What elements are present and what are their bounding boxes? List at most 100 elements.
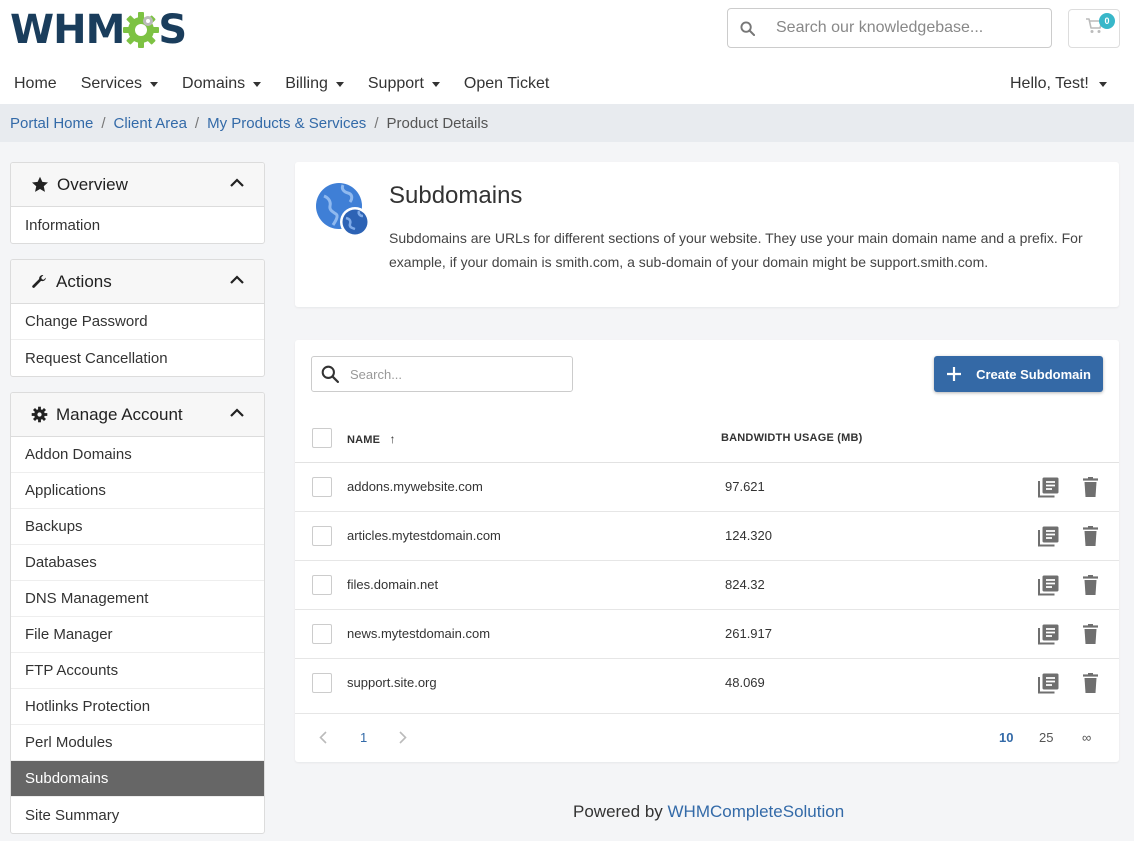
sidebar-item-addon-domains[interactable]: Addon Domains [11, 437, 264, 473]
page-size-all[interactable]: ∞ [1082, 730, 1091, 745]
cog-icon [31, 406, 48, 423]
knowledgebase-search[interactable] [727, 8, 1052, 48]
sidebar-item-perl-modules[interactable]: Perl Modules [11, 725, 264, 761]
breadcrumb-my-products[interactable]: My Products & Services [207, 115, 366, 132]
star-icon [32, 176, 48, 192]
bandwidth-usage: 824.32 [725, 577, 765, 592]
table-search-input[interactable] [350, 366, 550, 382]
page-size-10[interactable]: 10 [999, 730, 1013, 745]
sidebar-item-information[interactable]: Information [11, 207, 264, 243]
manage-subdomain-icon[interactable] [1038, 526, 1059, 547]
wrench-icon [32, 275, 46, 288]
user-greeting: Hello, Test! [1010, 75, 1089, 92]
sidebar-item-applications[interactable]: Applications [11, 473, 264, 509]
delete-trash-icon[interactable] [1083, 624, 1098, 644]
sidebar-item-backups[interactable]: Backups [11, 509, 264, 545]
chevron-right-icon[interactable] [399, 731, 407, 744]
subdomain-name: support.site.org [347, 675, 437, 690]
panel-title-overview: Overview [57, 174, 128, 194]
top-header: WHM S Search our knowledgebase... 0 Home… [0, 0, 1134, 104]
breadcrumb-separator: / [374, 114, 379, 132]
breadcrumb-separator: / [194, 114, 200, 132]
column-header-name[interactable]: NAME ↑ [347, 432, 396, 446]
nav-domains-label: Domains [182, 75, 246, 92]
manage-subdomain-icon[interactable] [1038, 575, 1059, 596]
breadcrumb: Portal Home / Client Area / My Products … [0, 104, 1134, 142]
manage-subdomain-icon[interactable] [1038, 624, 1059, 645]
chevron-up-icon[interactable] [230, 275, 244, 284]
sidebar-item-site-summary[interactable]: Site Summary [11, 797, 264, 833]
page-size-25[interactable]: 25 [1039, 730, 1053, 745]
sidebar-item-file-manager[interactable]: File Manager [11, 617, 264, 653]
row-checkbox[interactable] [312, 624, 332, 644]
panel-header-manage-account[interactable]: Manage Account [11, 393, 264, 437]
plus-icon [947, 367, 962, 381]
chevron-up-icon[interactable] [230, 408, 244, 417]
logo-text-left: WHM [10, 7, 125, 53]
nav-support[interactable]: Support [368, 75, 440, 93]
page-title: Subdomains [389, 182, 523, 209]
nav-support-label: Support [367, 75, 424, 92]
page-description: Subdomains are URLs for different sectio… [389, 230, 1083, 270]
nav-home-label: Home [14, 75, 57, 92]
breadcrumb-portal-home[interactable]: Portal Home [10, 115, 93, 132]
nav-services-label: Services [80, 75, 143, 92]
row-checkbox[interactable] [312, 673, 332, 693]
delete-trash-icon[interactable] [1083, 673, 1098, 693]
nav-open-ticket[interactable]: Open Ticket [464, 75, 549, 93]
cart-button[interactable]: 0 [1068, 9, 1120, 48]
select-all-checkbox[interactable] [312, 428, 332, 448]
row-checkbox[interactable] [312, 526, 332, 546]
manage-subdomain-icon[interactable] [1038, 673, 1059, 694]
caret-down-icon [150, 81, 159, 87]
create-subdomain-button[interactable]: Create Subdomain [934, 356, 1103, 392]
page-number[interactable]: 1 [360, 730, 367, 745]
manage-subdomain-icon[interactable] [1038, 477, 1059, 498]
caret-down-icon [253, 81, 262, 87]
panel-header-overview[interactable]: Overview [11, 163, 264, 207]
footer: Powered by WHMCompleteSolution [573, 802, 844, 822]
caret-down-icon [335, 81, 344, 87]
column-header-bandwidth[interactable]: BANDWIDTH USAGE (MB) [721, 432, 862, 444]
sidebar-panel-actions: Actions Change Password Request Cancella… [10, 259, 265, 377]
panel-header-actions[interactable]: Actions [11, 260, 264, 304]
sidebar-item-change-password[interactable]: Change Password [11, 304, 264, 340]
nav-services[interactable]: Services [80, 75, 159, 93]
row-checkbox[interactable] [312, 477, 332, 497]
user-menu[interactable]: Hello, Test! [1010, 70, 1107, 98]
breadcrumb-separator: / [101, 114, 106, 132]
sidebar-item-hotlinks-protection[interactable]: Hotlinks Protection [11, 689, 264, 725]
logo-text-right: S [158, 7, 187, 53]
caret-down-icon [1098, 81, 1107, 87]
nav-home[interactable]: Home [14, 75, 57, 93]
nav-domains[interactable]: Domains [182, 75, 262, 93]
search-icon [728, 20, 766, 36]
column-name-label: NAME [347, 434, 381, 446]
footer-link[interactable]: WHMCompleteSolution [668, 802, 845, 821]
bandwidth-usage: 48.069 [725, 675, 765, 690]
delete-trash-icon[interactable] [1083, 575, 1098, 595]
chevron-left-icon[interactable] [319, 731, 327, 744]
panel-title-actions: Actions [56, 271, 112, 291]
sidebar-item-databases[interactable]: Databases [11, 545, 264, 581]
nav-billing[interactable]: Billing [285, 75, 344, 93]
row-checkbox[interactable] [312, 575, 332, 595]
sidebar-item-dns-management[interactable]: DNS Management [11, 581, 264, 617]
whmcs-logo[interactable]: WHM S [10, 7, 187, 53]
knowledgebase-search-input[interactable] [776, 19, 1036, 37]
sidebar-item-ftp-accounts[interactable]: FTP Accounts [11, 653, 264, 689]
sidebar-item-request-cancellation[interactable]: Request Cancellation [11, 340, 264, 376]
gear-logo-icon [122, 11, 160, 49]
chevron-up-icon[interactable] [230, 178, 244, 187]
bandwidth-usage: 261.917 [725, 626, 772, 641]
delete-trash-icon[interactable] [1083, 477, 1098, 497]
table-row: articles.mytestdomain.com 124.320 [295, 512, 1119, 561]
nav-billing-label: Billing [285, 75, 328, 92]
breadcrumb-client-area[interactable]: Client Area [114, 115, 187, 132]
table-search[interactable] [311, 356, 573, 392]
subdomain-name: files.domain.net [347, 577, 439, 592]
subdomains-intro-card: Subdomains Subdomains are URLs for diffe… [295, 162, 1119, 307]
table-row: files.domain.net 824.32 [295, 561, 1119, 610]
sidebar-item-subdomains[interactable]: Subdomains [11, 761, 264, 797]
delete-trash-icon[interactable] [1083, 526, 1098, 546]
